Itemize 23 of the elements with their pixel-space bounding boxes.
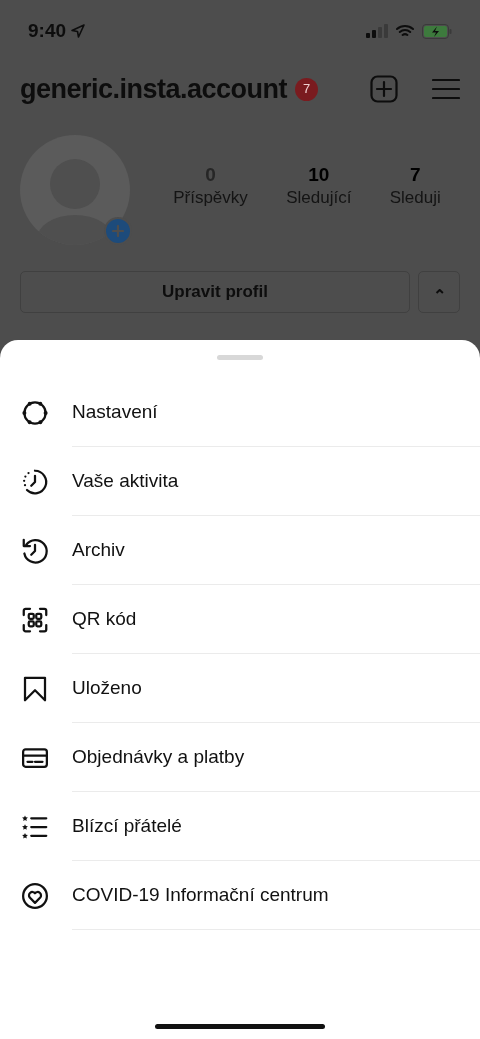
notification-badge: 7 bbox=[295, 77, 319, 101]
heart-circle-icon bbox=[20, 880, 50, 911]
menu-icon[interactable] bbox=[432, 78, 460, 100]
stat-count: 7 bbox=[409, 163, 421, 187]
drag-handle[interactable] bbox=[217, 355, 263, 360]
menu-item[interactable]: Blízcí přátelé bbox=[0, 792, 480, 861]
menu-item[interactable]: Objednávky a platby bbox=[0, 723, 480, 792]
menu-item[interactable]: Uloženo bbox=[0, 654, 480, 723]
battery-icon bbox=[422, 23, 452, 39]
stat-count: 10 bbox=[308, 163, 330, 187]
menu-item[interactable]: Nastavení bbox=[0, 378, 480, 447]
location-arrow-icon bbox=[70, 23, 87, 39]
wifi-icon bbox=[396, 24, 414, 38]
menu-item[interactable]: Archiv bbox=[0, 516, 480, 585]
add-post-icon[interactable] bbox=[370, 75, 398, 103]
menu-item[interactable]: Vaše aktivita bbox=[0, 447, 480, 516]
add-story-button[interactable] bbox=[104, 217, 132, 245]
plus-icon bbox=[112, 225, 124, 237]
menu-item[interactable]: QR kód bbox=[0, 585, 480, 654]
username: generic.insta.account bbox=[20, 72, 288, 106]
menu-item[interactable]: COVID-19 Informační centrum bbox=[0, 861, 480, 930]
signal-icon bbox=[366, 24, 388, 38]
clock-time: 9:40 bbox=[28, 18, 67, 43]
